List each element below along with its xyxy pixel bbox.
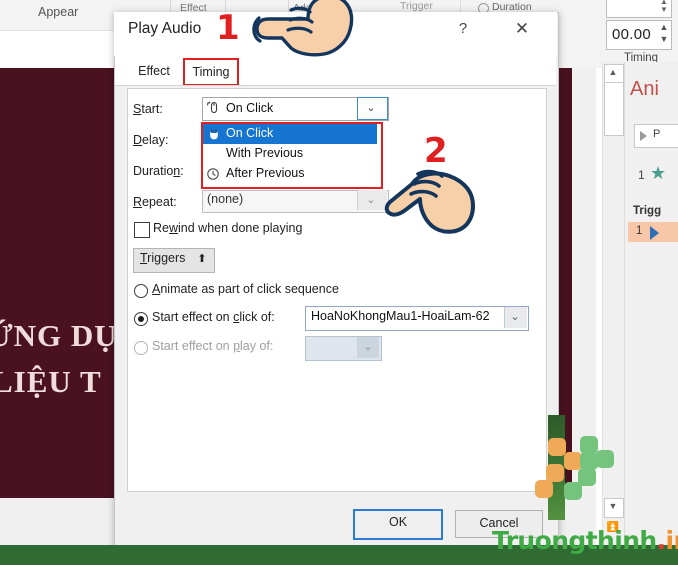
dialog-title: Play Audio bbox=[128, 20, 202, 37]
duration-label: Duration: bbox=[133, 164, 184, 178]
triangle-up-icon: ▲ bbox=[608, 67, 618, 77]
animation-trigger-number: 1 bbox=[636, 225, 643, 237]
repeat-combobox-value: (none) bbox=[207, 192, 244, 206]
rewind-checkbox[interactable] bbox=[134, 222, 150, 238]
ribbon-appear-label[interactable]: Appear bbox=[38, 5, 118, 19]
start-label: Start: bbox=[133, 102, 163, 116]
watermark-text: Truongthinh.info bbox=[492, 526, 678, 555]
radio-start-effect-on-play-of bbox=[134, 341, 148, 355]
star-icon: ★ bbox=[650, 163, 667, 183]
annotation-step-2: 2 bbox=[424, 131, 448, 171]
mouse-click-icon bbox=[207, 101, 218, 114]
animation-play-label: P bbox=[653, 128, 661, 140]
radio-animate-as-part-of-click-sequence[interactable] bbox=[134, 284, 148, 298]
ribbon-trigger-label[interactable]: Trigger bbox=[400, 0, 460, 12]
animation-item-number: 1 bbox=[638, 168, 645, 182]
duration-spinner-value: 00.00 bbox=[612, 26, 652, 43]
watermark-text-name: Truongthinh bbox=[492, 526, 657, 555]
mouse-click-icon bbox=[210, 128, 218, 140]
radio-label-start-on-click: Start effect on click of: bbox=[152, 310, 275, 324]
close-icon[interactable]: ✕ bbox=[508, 16, 536, 42]
tab-effect[interactable]: Effect bbox=[130, 60, 178, 82]
watermark-text-tld: info bbox=[665, 526, 678, 555]
chevron-down-icon: ⌄ bbox=[363, 341, 373, 353]
radio-start-effect-on-click-of[interactable] bbox=[134, 312, 148, 326]
clock-icon bbox=[207, 168, 219, 180]
chevron-down-icon: ⌄ bbox=[366, 102, 376, 114]
dialog-tabstrip bbox=[115, 56, 556, 86]
chevron-down-icon[interactable]: ▼ bbox=[658, 34, 670, 44]
watermark-blocks-logo bbox=[535, 436, 614, 500]
radio-label-animate-sequence: Animate as part of click sequence bbox=[152, 282, 339, 296]
triggers-button-label: Triggers bbox=[140, 251, 186, 265]
dropdown-option-label: With Previous bbox=[226, 146, 304, 160]
radio-label-start-on-play: Start effect on play of: bbox=[152, 339, 274, 353]
chevron-down-icon: ⌄ bbox=[510, 311, 520, 323]
ok-button-label: OK bbox=[388, 515, 408, 529]
radio-selected-dot bbox=[138, 316, 144, 322]
rewind-checkbox-label: Rewind when done playing bbox=[153, 221, 303, 235]
chevron-down-icon: ⌄ bbox=[366, 194, 376, 206]
delay-label: Delay: bbox=[133, 133, 169, 147]
tab-timing[interactable]: Timing bbox=[183, 58, 239, 86]
chevron-up-icon[interactable]: ▲ bbox=[658, 22, 670, 32]
start-on-click-combobox-value: HoaNoKhongMau1-HoaiLam-62 bbox=[311, 309, 490, 323]
tab-underline bbox=[115, 85, 556, 86]
repeat-label: Repeat: bbox=[133, 195, 177, 209]
ok-button[interactable]: OK bbox=[353, 509, 443, 540]
play-triangle-icon bbox=[650, 226, 659, 240]
start-combobox-value: On Click bbox=[226, 101, 274, 115]
chevron-up-icon[interactable]: ▲ ▼ bbox=[659, 0, 669, 14]
play-triangle-icon bbox=[640, 131, 647, 141]
animation-triggers-label: Trigg bbox=[633, 205, 662, 217]
animation-pane-title: Ani bbox=[630, 78, 659, 100]
watermark-text-dot: . bbox=[656, 526, 667, 555]
help-icon[interactable]: ? bbox=[452, 18, 474, 40]
annotation-step-1: 1 bbox=[216, 8, 240, 48]
double-chevron-up-icon: ⬆ bbox=[197, 253, 207, 265]
dropdown-option-label: After Previous bbox=[226, 166, 305, 180]
scrollbar-thumb[interactable] bbox=[604, 82, 624, 136]
dropdown-option-label: On Click bbox=[226, 126, 274, 140]
